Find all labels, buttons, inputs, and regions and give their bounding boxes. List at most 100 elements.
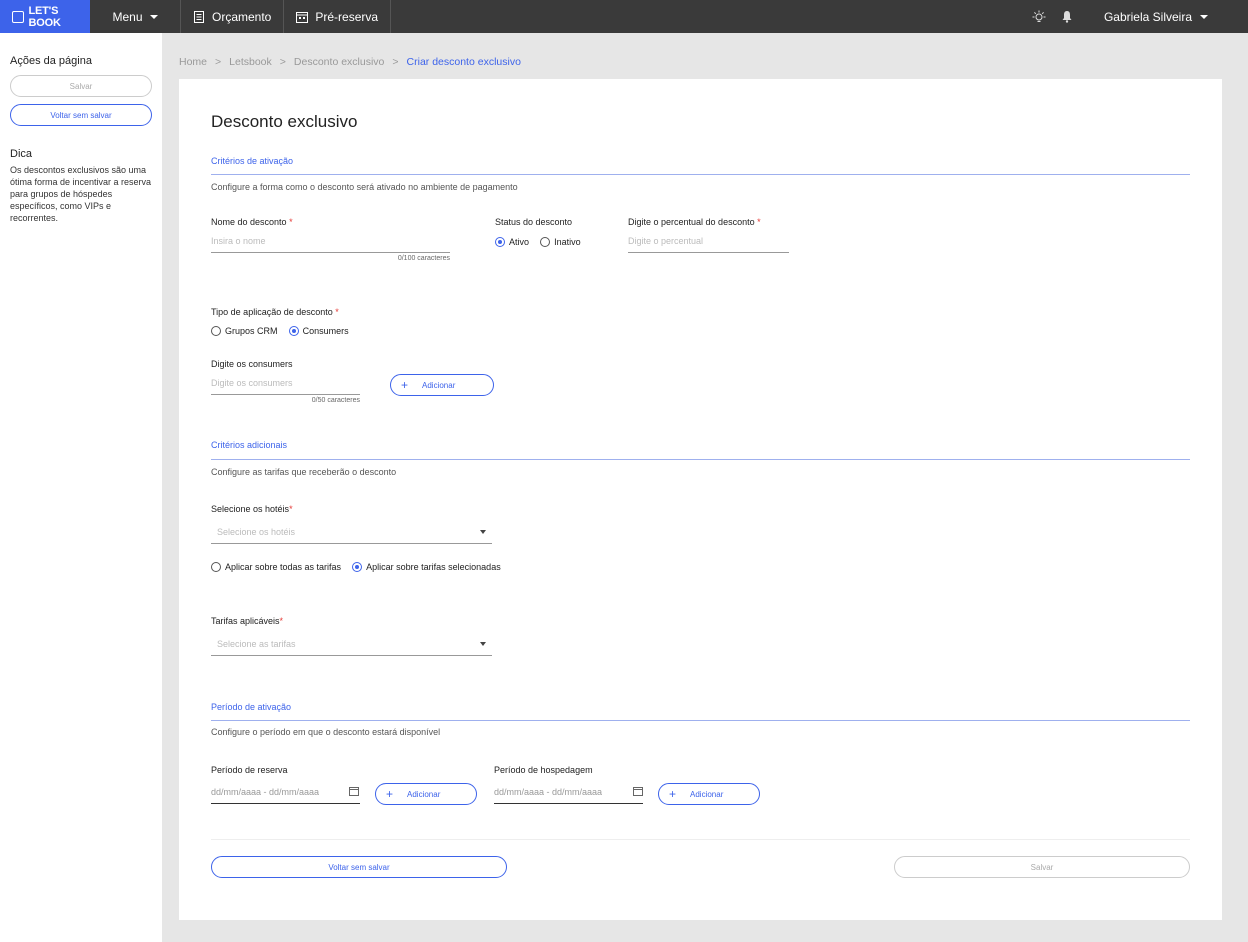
section-divider xyxy=(211,720,1190,721)
period-section-title: Período de ativação xyxy=(211,702,292,712)
logo-icon xyxy=(12,10,24,23)
apply-all-radio[interactable]: Aplicar sobre todas as tarifas xyxy=(211,562,341,572)
hotels-placeholder: Selecione os hotéis xyxy=(217,526,296,537)
chevron-down-icon xyxy=(149,14,158,19)
plus-icon: + xyxy=(386,787,394,801)
chevron-down-icon xyxy=(1200,14,1208,19)
nav-orcamento[interactable]: Orçamento xyxy=(181,0,285,33)
nav-pre-reserva-label: Pré-reserva xyxy=(315,9,379,24)
input-underline xyxy=(211,803,360,804)
add-consumer-button[interactable]: + Adicionar xyxy=(390,374,494,396)
type-label: Tipo de aplicação de desconto * xyxy=(211,307,339,317)
rates-placeholder: Selecione as tarifas xyxy=(217,638,296,649)
user-menu[interactable]: Gabriela Silveira xyxy=(1084,0,1248,33)
menu-button[interactable]: Menu xyxy=(90,0,181,33)
save-button[interactable]: Salvar xyxy=(894,856,1190,878)
consumers-input[interactable]: Digite os consumers xyxy=(211,378,293,388)
page-actions-title: Ações da página xyxy=(10,55,92,67)
input-underline xyxy=(494,803,643,804)
stay-period-input[interactable]: dd/mm/aaaa - dd/mm/aaaa xyxy=(494,787,602,797)
radio-dot xyxy=(495,237,505,247)
add-stay-period-button[interactable]: + Adicionar xyxy=(658,783,760,805)
status-inativo-label: Inativo xyxy=(554,237,581,247)
status-radio-group: Ativo Inativo xyxy=(495,237,589,250)
booking-period-label: Período de reserva xyxy=(211,765,288,775)
rates-select[interactable]: Selecione as tarifas xyxy=(211,632,492,656)
back-without-saving-button[interactable]: Voltar sem salvar xyxy=(211,856,507,878)
breadcrumb: Home > Letsbook > Desconto exclusivo > C… xyxy=(179,56,521,68)
rates-label-text: Tarifas aplicáveis xyxy=(211,616,280,626)
calendar-icon[interactable] xyxy=(633,786,643,799)
add-stay-period-label: Adicionar xyxy=(690,789,724,799)
additional-section-desc: Configure as tarifas que receberão o des… xyxy=(211,467,397,477)
page-title: Desconto exclusivo xyxy=(211,112,358,131)
sidebar-back-button[interactable]: Voltar sem salvar xyxy=(10,104,152,126)
add-consumer-label: Adicionar xyxy=(422,380,456,390)
section-divider xyxy=(211,459,1190,460)
tip-title: Dica xyxy=(10,148,33,160)
type-radio-group: Grupos CRM Consumers xyxy=(211,326,357,339)
document-icon xyxy=(194,10,204,23)
additional-section-title: Critérios adicionais xyxy=(211,440,288,450)
activation-section-desc: Configure a forma como o desconto será a… xyxy=(211,182,518,192)
consumers-counter: 0/50 caracteres xyxy=(311,397,360,404)
status-inativo-radio[interactable]: Inativo xyxy=(540,237,581,247)
nav-pre-reserva[interactable]: Pré-reserva xyxy=(284,0,392,33)
radio-dot xyxy=(211,326,221,336)
hotels-label: Selecione os hotéis* xyxy=(211,504,293,514)
tip-text: Os descontos exclusivos são uma ótima fo… xyxy=(10,165,152,223)
type-label-text: Tipo de aplicação de desconto xyxy=(211,307,333,317)
sidebar-save-button[interactable]: Salvar xyxy=(10,75,152,97)
booking-period-input[interactable]: dd/mm/aaaa - dd/mm/aaaa xyxy=(211,787,319,797)
chevron-right-icon: > xyxy=(279,56,286,68)
chevron-down-icon xyxy=(480,529,486,534)
plus-icon: + xyxy=(401,378,409,392)
type-consumers-label: Consumers xyxy=(302,326,349,336)
apply-selected-label: Aplicar sobre tarifas selecionadas xyxy=(366,562,501,572)
breadcrumb-desconto[interactable]: Desconto exclusivo xyxy=(294,56,384,68)
add-booking-period-button[interactable]: + Adicionar xyxy=(375,783,477,805)
discount-name-input[interactable]: Insira o nome xyxy=(211,236,266,246)
radio-dot xyxy=(211,562,221,572)
stay-period-label: Período de hospedagem xyxy=(494,765,593,775)
nav-orcamento-label: Orçamento xyxy=(212,9,272,24)
chevron-down-icon xyxy=(480,641,486,646)
lightbulb-icon[interactable] xyxy=(1028,0,1050,33)
apply-selected-radio[interactable]: Aplicar sobre tarifas selecionadas xyxy=(352,562,501,572)
hotels-label-text: Selecione os hotéis xyxy=(211,504,290,514)
discount-name-label: Nome do desconto * xyxy=(211,217,293,227)
percent-label: Digite o percentual do desconto * xyxy=(628,217,761,227)
type-crm-label: Grupos CRM xyxy=(225,326,278,336)
calendar-icon xyxy=(296,11,309,23)
percent-label-text: Digite o percentual do desconto xyxy=(628,217,755,227)
consumers-label: Digite os consumers xyxy=(211,359,293,369)
apply-all-label: Aplicar sobre todas as tarifas xyxy=(225,562,342,572)
footer-divider xyxy=(211,839,1190,840)
radio-dot xyxy=(288,326,299,336)
chevron-right-icon: > xyxy=(392,56,399,68)
apply-radio-group: Aplicar sobre todas as tarifas Aplicar s… xyxy=(211,562,509,575)
input-underline xyxy=(211,394,360,395)
percent-input[interactable]: Digite o percentual xyxy=(628,236,703,246)
logo-text: LET'S BOOK xyxy=(28,4,61,29)
period-section-desc: Configure o período em que o desconto es… xyxy=(211,727,441,737)
section-divider xyxy=(211,174,1190,175)
form-card: Desconto exclusivo Critérios de ativação… xyxy=(179,79,1222,920)
top-bar: LET'S BOOK Menu Orçamento Pré-reserva Ga… xyxy=(0,0,1248,33)
add-booking-period-label: Adicionar xyxy=(407,789,441,799)
user-name: Gabriela Silveira xyxy=(1103,9,1192,24)
breadcrumb-home[interactable]: Home xyxy=(179,56,207,68)
type-crm-radio[interactable]: Grupos CRM xyxy=(211,326,278,336)
chevron-right-icon: > xyxy=(215,56,222,68)
status-ativo-label: Ativo xyxy=(509,237,530,247)
hotels-select[interactable]: Selecione os hotéis xyxy=(211,520,492,544)
app-logo[interactable]: LET'S BOOK xyxy=(0,0,90,33)
type-consumers-radio[interactable]: Consumers xyxy=(288,326,349,336)
bell-icon[interactable] xyxy=(1056,0,1078,33)
radio-dot xyxy=(352,562,363,572)
activation-section-title: Critérios de ativação xyxy=(211,156,294,166)
calendar-icon[interactable] xyxy=(349,786,359,799)
input-underline xyxy=(628,252,789,253)
status-ativo-radio[interactable]: Ativo xyxy=(495,237,529,247)
breadcrumb-letsbook[interactable]: Letsbook xyxy=(229,56,272,68)
